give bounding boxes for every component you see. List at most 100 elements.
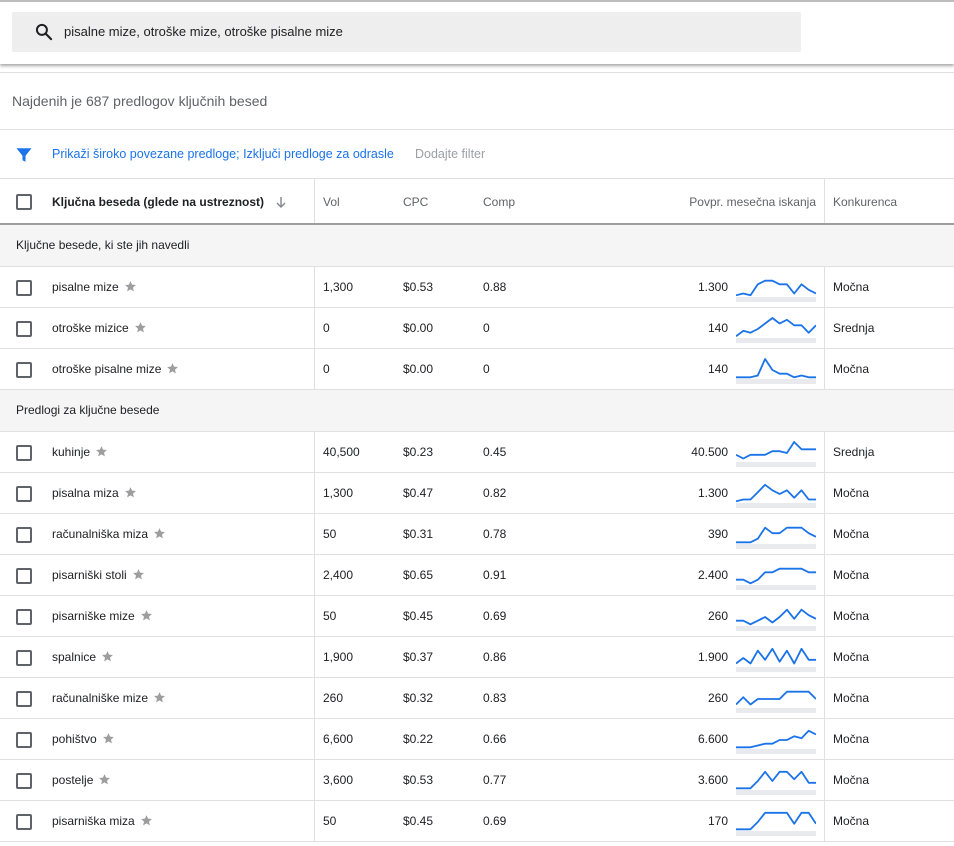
star-icon[interactable] (102, 732, 115, 745)
column-divider (824, 801, 825, 841)
avg-searches-cell: 170 (707, 814, 728, 828)
row-checkbox[interactable] (16, 321, 32, 337)
row-checkbox[interactable] (16, 486, 32, 502)
sparkline-baseline (736, 462, 816, 467)
comp-cell: 0 (483, 362, 490, 376)
select-all-checkbox[interactable] (16, 194, 32, 210)
header-vol[interactable]: Vol (323, 195, 340, 209)
avg-searches-cell: 390 (707, 527, 728, 541)
header-cpc[interactable]: CPC (403, 195, 428, 209)
star-icon[interactable] (98, 773, 111, 786)
star-icon[interactable] (153, 691, 166, 704)
header-competition[interactable]: Konkurenca (833, 195, 897, 209)
sparkline-baseline (736, 790, 816, 795)
star-icon[interactable] (134, 321, 147, 334)
row-checkbox[interactable] (16, 650, 32, 666)
keyword-cell: pisarniški stoli (52, 568, 145, 582)
cpc-cell: $0.45 (403, 814, 434, 828)
row-checkbox[interactable] (16, 691, 32, 707)
search-query[interactable]: pisalne mize, otroške mize, otroške pisa… (64, 24, 343, 39)
row-checkbox[interactable] (16, 445, 32, 461)
row-checkbox[interactable] (16, 609, 32, 625)
competition-cell: Srednja (833, 445, 875, 459)
column-divider (314, 555, 315, 595)
column-divider (314, 596, 315, 636)
cpc-cell: $0.31 (403, 527, 434, 541)
competition-cell: Močna (833, 732, 870, 746)
vol-cell: 1,300 (323, 280, 354, 294)
star-icon[interactable] (166, 362, 179, 375)
column-divider (824, 637, 825, 677)
row-checkbox[interactable] (16, 527, 32, 543)
table-row: postelje 3,600 $0.53 0.77 3.600 Močna (0, 760, 954, 801)
sparkline-line (736, 690, 816, 706)
sparkline-line (736, 608, 816, 626)
trend-sparkline (736, 608, 816, 631)
competition-cell: Močna (833, 280, 870, 294)
sparkline-baseline (736, 338, 816, 343)
comp-cell: 0.78 (483, 527, 507, 541)
row-checkbox[interactable] (16, 773, 32, 789)
table-row: otroške pisalne mize 0 $0.00 0 140 Močna (0, 349, 954, 390)
keyword-cell: pisalne mize (52, 280, 137, 294)
trend-sparkline (736, 729, 816, 754)
comp-cell: 0.66 (483, 732, 507, 746)
star-icon[interactable] (95, 445, 108, 458)
column-divider (314, 473, 315, 513)
table-row: računalniške mize 260 $0.32 0.83 260 Moč… (0, 678, 954, 719)
cpc-cell: $0.53 (403, 280, 434, 294)
trend-sparkline (736, 811, 816, 836)
keyword-cell: postelje (52, 773, 111, 787)
comp-cell: 0.86 (483, 650, 507, 664)
star-icon[interactable] (140, 814, 153, 827)
star-icon[interactable] (153, 527, 166, 540)
cpc-cell: $0.00 (403, 362, 434, 376)
star-icon[interactable] (101, 650, 114, 663)
column-divider (824, 308, 825, 348)
column-divider (314, 760, 315, 800)
vol-cell: 1,300 (323, 486, 354, 500)
keyword-cell: pisarniške mize (52, 609, 153, 623)
row-checkbox[interactable] (16, 362, 32, 378)
header-comp[interactable]: Comp (483, 195, 515, 209)
sort-arrow-down-icon[interactable] (275, 196, 287, 209)
star-icon[interactable] (140, 609, 153, 622)
vol-cell: 50 (323, 527, 337, 541)
sparkline-line (736, 358, 816, 379)
comp-cell: 0.82 (483, 486, 507, 500)
avg-searches-cell: 260 (707, 609, 728, 623)
row-checkbox[interactable] (16, 814, 32, 830)
keyword-text: pisarniške mize (52, 609, 135, 623)
table-row: pisarniški stoli 2,400 $0.65 0.91 2.400 … (0, 555, 954, 596)
header-keyword-label: Ključna beseda (glede na ustreznost) (52, 195, 265, 209)
row-checkbox[interactable] (16, 280, 32, 296)
cpc-cell: $0.23 (403, 445, 434, 459)
keyword-cell: otroške mizice (52, 321, 147, 335)
keyword-text: kuhinje (52, 445, 91, 459)
filter-icon[interactable] (15, 146, 33, 164)
header-avg-monthly-searches[interactable]: Povpr. mesečna iskanja (689, 195, 816, 209)
sparkline-baseline (736, 708, 816, 713)
header-keyword[interactable]: Ključna beseda (glede na ustreznost) (52, 195, 287, 209)
keyword-text: pisalna miza (52, 486, 119, 500)
row-checkbox[interactable] (16, 732, 32, 748)
row-checkbox[interactable] (16, 568, 32, 584)
star-icon[interactable] (124, 280, 137, 293)
comp-cell: 0.69 (483, 814, 507, 828)
section-label: Predlogi za ključne besede (16, 403, 160, 417)
active-filters-link[interactable]: Prikaži široko povezane predloge; Izklju… (52, 147, 394, 161)
sparkline-baseline (736, 503, 816, 508)
column-divider (314, 637, 315, 677)
search-input[interactable]: pisalne mize, otroške mize, otroške pisa… (12, 12, 801, 52)
column-divider (314, 267, 315, 307)
trend-sparkline (736, 358, 816, 384)
trend-sparkline (736, 690, 816, 713)
trend-sparkline (736, 441, 816, 467)
star-icon[interactable] (124, 486, 137, 499)
comp-cell: 0.45 (483, 445, 507, 459)
comp-cell: 0.88 (483, 280, 507, 294)
star-icon[interactable] (132, 568, 145, 581)
search-icon[interactable] (34, 22, 54, 42)
vol-cell: 0 (323, 321, 330, 335)
add-filter-button[interactable]: Dodajte filter (415, 147, 485, 161)
